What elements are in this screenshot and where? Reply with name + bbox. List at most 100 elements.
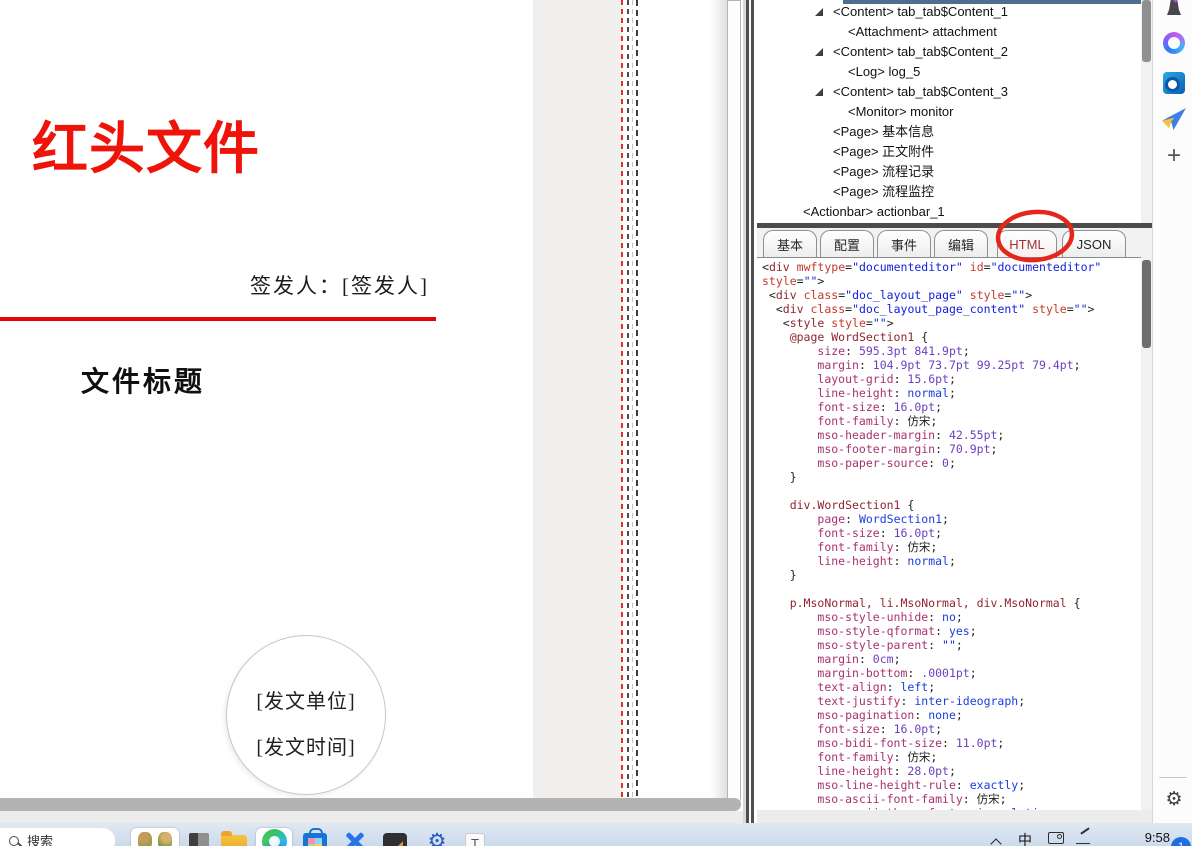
tab-基本[interactable]: 基本 [763, 230, 817, 257]
code-line: div.WordSection1 { [789, 498, 915, 512]
red-divider-line [0, 317, 436, 321]
tab-配置[interactable]: 配置 [820, 230, 874, 257]
code-line: font-family: 仿宋; [817, 540, 938, 554]
code-line: line-height: 28.0pt; [817, 764, 956, 778]
code-scrollbar-thumb[interactable] [1142, 260, 1151, 348]
margin-guide-light-dashed [632, 0, 633, 798]
drop-icon[interactable] [1161, 106, 1187, 132]
expander-icon[interactable] [815, 88, 823, 96]
tree-item-label: <Content> tab_tab$Content_2 [833, 44, 1008, 59]
seal-circle: [发文单位] [发文时间] [226, 635, 386, 795]
pen-icon[interactable] [1076, 832, 1090, 844]
tree-item[interactable]: <Attachment> attachment [757, 22, 1141, 42]
ime-indicator[interactable]: 中 [1018, 830, 1032, 846]
tree-item[interactable]: <Page> 流程监控 [757, 182, 1141, 202]
notification-badge[interactable]: 1 [1171, 837, 1191, 846]
red-header-title: 红头文件 [32, 119, 260, 181]
page-bottom-shadow [0, 798, 741, 811]
code-line: mso-style-unhide: no; [817, 610, 963, 624]
tree-item-label: <Page> 流程监控 [833, 184, 935, 199]
tray-chevron-icon[interactable] [986, 828, 1006, 846]
tree-item[interactable]: <Page> 基本信息 [757, 122, 1141, 142]
code-line: margin-bottom: .0001pt; [817, 666, 977, 680]
margin-guide-red-dashed [621, 0, 623, 798]
tree-item[interactable]: <Content> tab_tab$Content_1 [757, 2, 1141, 22]
code-line: line-height: normal; [817, 386, 956, 400]
tree-item[interactable]: <Monitor> monitor [757, 102, 1141, 122]
page-margin-band [533, 0, 622, 798]
code-line: size: 595.3pt 841.9pt; [817, 344, 970, 358]
text-tool-icon[interactable]: T [462, 828, 488, 846]
tree-scrollbar-thumb[interactable] [1142, 0, 1151, 62]
code-line: mso-bidi-font-size: 11.0pt; [817, 736, 1005, 750]
document-preview-pane[interactable]: 红头文件 签发人：[签发人] 文件标题 [发文单位] [发文时间] [0, 0, 743, 823]
tab-JSON[interactable]: JSON [1062, 230, 1126, 257]
clock[interactable]: 9:58 [1134, 830, 1170, 845]
search-label: 搜索 [27, 834, 54, 846]
file-explorer-icon[interactable] [221, 828, 247, 846]
games-icon[interactable] [1161, 0, 1187, 16]
tree-item-label: <Actionbar> actionbar_1 [803, 204, 945, 219]
html-code-editor[interactable]: <div mwftype="documenteditor" id="docume… [757, 257, 1141, 810]
code-line: <div class="doc_layout_page_content" sty… [762, 302, 1095, 316]
code-line: <div mwftype="documenteditor" id="docume… [762, 260, 1102, 274]
expander-icon[interactable] [815, 48, 823, 56]
code-line: mso-pagination: none; [817, 708, 963, 722]
code-line: } [762, 470, 797, 484]
media-app-icon[interactable] [382, 828, 408, 846]
code-line: font-size: 16.0pt; [817, 722, 943, 736]
tree-item[interactable]: <Log> log_5 [757, 62, 1141, 82]
windows-taskbar: 搜索 ⚙ T 中 9:58 1 [0, 823, 1192, 846]
tab-事件[interactable]: 事件 [877, 230, 931, 257]
document-scrollbar-thumb[interactable] [727, 0, 741, 805]
code-scrollbar[interactable] [1141, 257, 1152, 810]
tab-HTML[interactable]: HTML [997, 230, 1057, 257]
issuer-placeholder: [发文单位] [256, 690, 356, 713]
tree-item[interactable]: <Actionbar> actionbar_1 [757, 202, 1141, 222]
code-line: text-align: left; [817, 680, 936, 694]
tree-item-label: <Attachment> attachment [848, 24, 997, 39]
code-line: mso-header-margin: 42.55pt; [817, 428, 1005, 442]
component-tree[interactable]: <Content> tab_tab$Content_1 <Attachment> … [757, 0, 1141, 223]
blue-x-app-icon[interactable] [342, 828, 368, 846]
code-line: layout-grid: 15.6pt; [817, 372, 956, 386]
dark-app-icon[interactable] [186, 828, 212, 846]
tree-item[interactable]: <Page> 流程记录 [757, 162, 1141, 182]
tree-item-label: <Content> tab_tab$Content_3 [833, 84, 1008, 99]
code-line: font-size: 16.0pt; [817, 526, 943, 540]
settings-app-icon[interactable]: ⚙ [424, 828, 450, 846]
margin-guide-dark-dashed [627, 0, 629, 798]
code-line: line-height: normal; [817, 554, 956, 568]
screen: 红头文件 签发人：[签发人] 文件标题 [发文单位] [发文时间] <Conte… [0, 0, 1192, 846]
taskbar-search[interactable]: 搜索 [0, 827, 116, 846]
tab-编辑[interactable]: 编辑 [934, 230, 988, 257]
tree-scrollbar[interactable] [1141, 0, 1152, 223]
microsoft-store-icon[interactable] [302, 827, 328, 846]
browser-icon[interactable] [256, 828, 292, 846]
pane-splitter[interactable] [743, 0, 757, 823]
tree-item[interactable]: <Content> tab_tab$Content_2 [757, 42, 1141, 62]
tree-item-label: <Page> 流程记录 [833, 164, 935, 179]
code-line: style=""> [762, 274, 825, 288]
code-line: mso-style-parent: ""; [817, 638, 963, 652]
add-sidebar-item-icon[interactable]: + [1161, 142, 1187, 169]
tree-item-label: <Page> 正文附件 [833, 144, 935, 159]
task-view-thumbnail-icon[interactable] [131, 828, 179, 846]
code-line: @page WordSection1 { [789, 330, 929, 344]
code-line: <style style=""> [762, 316, 894, 330]
tree-item[interactable]: <Content> tab_tab$Content_3 [757, 82, 1141, 102]
code-line: } [762, 568, 797, 582]
issue-date-placeholder: [发文时间] [256, 736, 356, 759]
expander-icon[interactable] [815, 8, 823, 16]
code-line: font-size: 16.0pt; [817, 400, 943, 414]
code-line: font-family: 仿宋; [817, 414, 938, 428]
sidebar-settings-gear-icon[interactable]: ⚙ [1161, 786, 1187, 812]
outlook-icon[interactable] [1161, 70, 1187, 96]
tree-item[interactable]: <Page> 正文附件 [757, 142, 1141, 162]
page-right-shadow [710, 0, 727, 798]
search-icon [9, 835, 19, 846]
touch-keyboard-icon[interactable] [1048, 832, 1064, 844]
copilot-icon[interactable] [1161, 30, 1187, 56]
code-line: page: WordSection1; [817, 512, 949, 526]
